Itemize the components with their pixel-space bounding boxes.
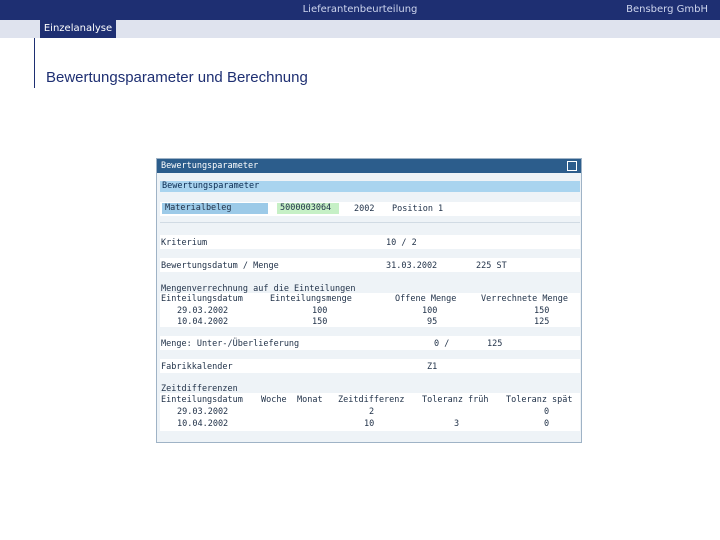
column-header: Toleranz spät <box>506 395 573 405</box>
bewertung-date: 31.03.2002 <box>386 261 438 271</box>
window-title-bar: Bewertungsparameter <box>157 159 581 173</box>
company-name: Bensberg GmbH <box>626 4 708 15</box>
table-cell: 100 <box>312 306 328 316</box>
column-header: Zeitdifferenz <box>338 395 405 405</box>
section-header: Bewertungsparameter <box>160 181 580 192</box>
page-heading: Bewertungsparameter und Berechnung <box>46 69 308 86</box>
column-header: Monat <box>297 395 323 405</box>
window-close-icon[interactable] <box>567 161 577 171</box>
table-cell: 2 <box>369 407 375 417</box>
beleg-year: 2002 <box>354 204 375 214</box>
table-cell: 29.03.2002 <box>177 306 229 316</box>
table-cell: 0 <box>544 407 550 417</box>
column-header: Offene Menge <box>395 294 457 304</box>
top-header-bar: Lieferantenbeurteilung Bensberg GmbH <box>0 0 720 20</box>
tab-einzelanalyse[interactable]: Einzelanalyse <box>40 20 116 38</box>
table-cell: 100 <box>422 306 438 316</box>
table-cell: 10 <box>364 419 375 429</box>
table-cell: 10.04.2002 <box>177 419 229 429</box>
kriterium-label: Kriterium <box>161 238 208 248</box>
column-header: Einteilungsmenge <box>270 294 352 304</box>
materialbeleg-label: Materialbeleg <box>162 203 268 214</box>
column-header: Toleranz früh <box>422 395 489 405</box>
window-title: Bewertungsparameter <box>161 161 259 171</box>
sap-screenshot: Bewertungsparameter Bewertungsparameter … <box>156 158 582 443</box>
fabrikkalender-label: Fabrikkalender <box>161 362 233 372</box>
table-cell: 0 <box>544 419 550 429</box>
unterueber-label: Menge: Unter-/Überlieferung <box>161 339 300 349</box>
kriterium-value: 10 / 2 <box>386 238 417 248</box>
presentation-title: Lieferantenbeurteilung <box>302 4 418 15</box>
kriterium-band <box>160 235 580 249</box>
unterueber-value-1: 0 / <box>434 339 450 349</box>
column-header: Einteilungsdatum <box>161 294 243 304</box>
fabrikkalender-value: Z1 <box>427 362 438 372</box>
column-header: Verrechnete Menge <box>481 294 568 304</box>
divider-line <box>34 38 35 88</box>
table-cell: 95 <box>427 317 438 327</box>
column-header: Woche <box>261 395 287 405</box>
table-cell: 150 <box>534 306 550 316</box>
materialbeleg-number[interactable]: 5000003064 <box>277 203 339 214</box>
table-cell: 29.03.2002 <box>177 407 229 417</box>
column-header: Einteilungsdatum <box>161 395 243 405</box>
table-cell: 3 <box>454 419 460 429</box>
bewertung-qty: 225 ST <box>476 261 507 271</box>
table-cell: 150 <box>312 317 328 327</box>
bewertung-label: Bewertungsdatum / Menge <box>161 261 279 271</box>
table-cell: 125 <box>534 317 550 327</box>
unterueber-value-2: 125 <box>487 339 503 349</box>
beleg-position: Position 1 <box>392 204 444 214</box>
table-cell: 10.04.2002 <box>177 317 229 327</box>
